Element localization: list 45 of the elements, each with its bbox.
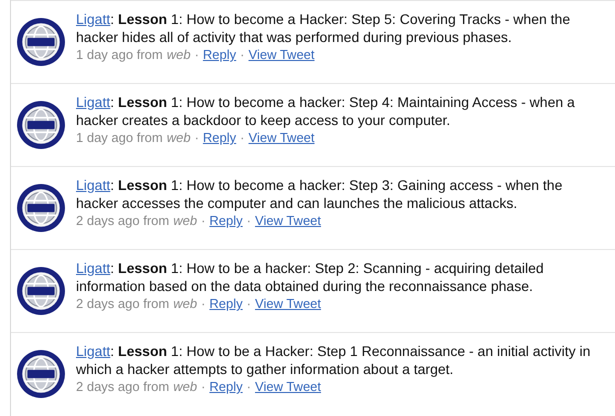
separator-dot: ·: [201, 379, 206, 394]
reply-link[interactable]: Reply: [209, 379, 243, 394]
separator-dot: ·: [201, 213, 206, 228]
author-link[interactable]: Ligatt: [76, 343, 110, 359]
globe-logo-icon: [16, 183, 66, 233]
timestamp: 2 days ago from: [76, 213, 170, 228]
separator-dot: ·: [201, 296, 206, 311]
author-link[interactable]: Ligatt: [76, 94, 110, 110]
tweet-text: Ligatt: Lesson 1: How to become a hacker: Step 3: Gaining access - when the hacker accesses the computer and can launches the malicious attacks.: [76, 176, 564, 212]
reply-link[interactable]: Reply: [202, 47, 236, 62]
tweet-text: Ligatt: Lesson 1: How to become a hacker: Step 4: Maintaining Access - when a hacker creates a backdoor to keep access to your computer.: [76, 93, 576, 129]
author-link[interactable]: Ligatt: [76, 11, 110, 27]
source-label: web: [173, 213, 198, 228]
globe-logo-icon: [16, 17, 66, 67]
tweet-text: Ligatt: Lesson 1: How to be a Hacker: Step 1 Reconnaissance - an initial activity in which a hacker attempts to gather information about a target.: [76, 342, 592, 378]
reply-link[interactable]: Reply: [209, 296, 243, 311]
separator-dot: ·: [240, 130, 245, 145]
tweet-text: Ligatt: Lesson 1: How to be a hacker: Step 2: Scanning - acquiring detailed information based on the data obtained during the reconnaissance phase.: [76, 259, 545, 295]
view-tweet-link[interactable]: View Tweet: [255, 296, 322, 311]
reply-link[interactable]: Reply: [202, 130, 236, 145]
source-label: web: [173, 296, 198, 311]
view-tweet-link[interactable]: View Tweet: [255, 213, 322, 228]
separator-dot: ·: [194, 130, 199, 145]
separator-dot: ·: [246, 379, 252, 394]
separator-dot: ·: [246, 296, 252, 311]
source-label: web: [173, 379, 198, 394]
separator-dot: ·: [240, 47, 245, 62]
timestamp: 1 day ago from: [76, 130, 163, 145]
timestamp: 1 day ago from: [76, 47, 163, 62]
reply-link[interactable]: Reply: [209, 213, 243, 228]
separator-dot: ·: [194, 47, 199, 62]
tweet-text: Ligatt: Lesson 1: How to become a Hacker: Step 5: Covering Tracks - when the hacker hides all of activity that was performed during previous phases.: [76, 10, 572, 46]
author-link[interactable]: Ligatt: [76, 260, 110, 276]
globe-logo-icon: [16, 266, 66, 316]
author-link[interactable]: Ligatt: [76, 177, 110, 193]
source-label: web: [166, 130, 191, 145]
separator-dot: ·: [246, 213, 252, 228]
view-tweet-link[interactable]: View Tweet: [248, 130, 315, 145]
timestamp: 2 days ago from: [76, 379, 170, 394]
source-label: web: [166, 47, 191, 62]
view-tweet-link[interactable]: View Tweet: [255, 379, 322, 394]
globe-logo-icon: [16, 100, 66, 150]
timestamp: 2 days ago from: [76, 296, 170, 311]
view-tweet-link[interactable]: View Tweet: [248, 47, 315, 62]
globe-logo-icon: [16, 349, 66, 399]
